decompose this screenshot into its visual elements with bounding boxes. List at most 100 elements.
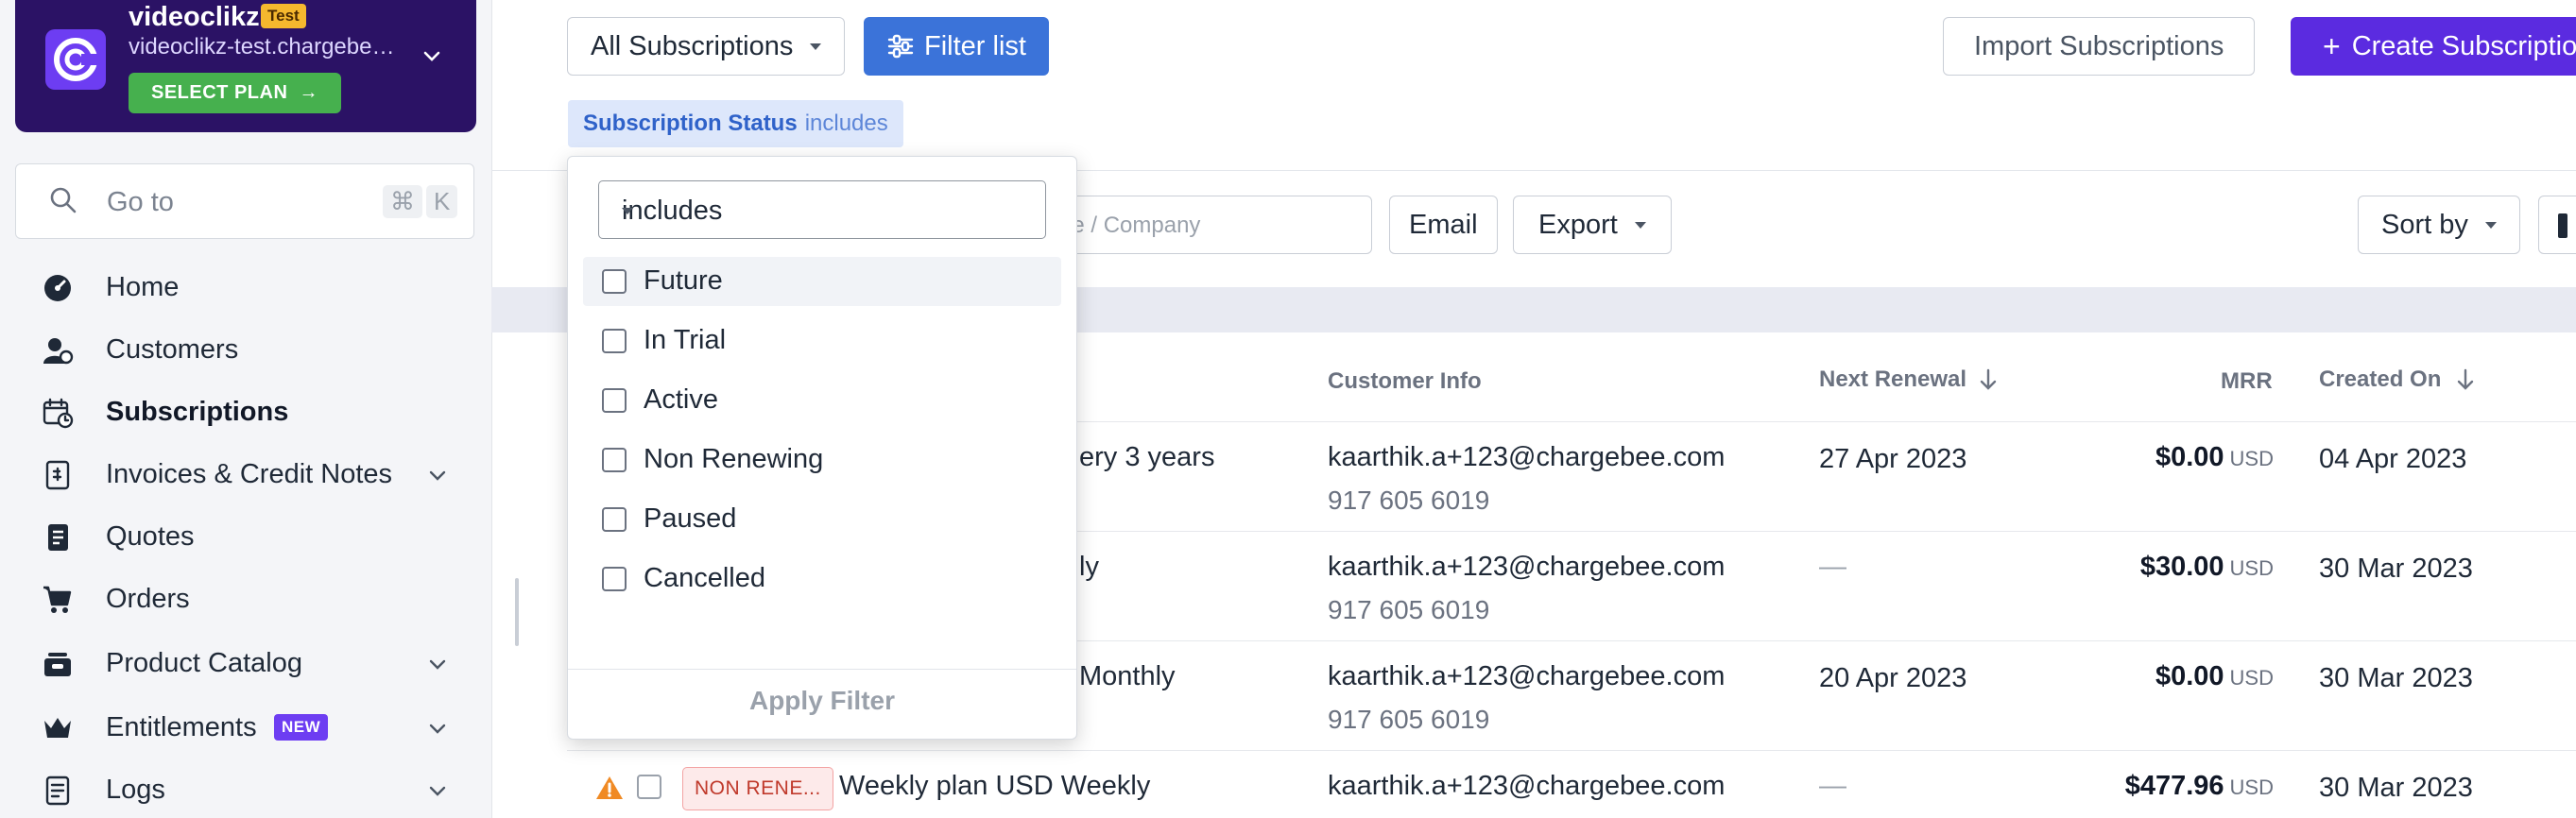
subscriptions-icon [43,398,74,429]
sidebar-item-orders[interactable]: Orders [0,571,491,627]
operator-select-value: includes [622,196,723,226]
option-checkbox[interactable] [602,448,627,472]
sidebar-item-label: Entitlements [106,712,257,742]
customer-email: kaarthik.a+123@chargebee.com [1328,552,1726,582]
status-option-cancelled[interactable]: Cancelled [583,554,1061,604]
site-domain: videoclikz-test.chargebee.com [129,34,403,60]
column-settings-button[interactable] [2538,196,2576,254]
option-label: Non Renewing [644,444,824,474]
catalog-icon [44,653,71,676]
column-header-customer[interactable]: Customer Info [1328,368,1482,395]
caret-down-icon [1634,221,1646,229]
column-header-mrr[interactable]: MRR [2221,368,2273,395]
sidebar-resize-handle[interactable] [515,578,519,646]
sidebar-item-invoices[interactable]: Invoices & Credit Notes [0,446,491,503]
invoice-icon [45,460,70,490]
crown-icon [44,718,71,738]
customer-email: kaarthik.a+123@chargebee.com [1328,442,1726,472]
sidebar-item-home[interactable]: Home [0,259,491,315]
popup-divider [568,669,1076,670]
goto-search[interactable]: Go to ⌘ K [15,163,474,239]
status-badge: NON RENE... [682,767,833,810]
dashboard-icon [44,275,71,301]
shortcut-cmd: ⌘ [383,185,422,218]
sidebar-item-entitlements[interactable]: Entitlements NEW [0,699,491,756]
status-filter-popup: includes Future In Trial Active Non Rene… [567,156,1077,740]
status-option-active[interactable]: Active [583,376,1061,425]
sidebar-item-subscriptions[interactable]: Subscriptions [0,383,491,440]
sidebar-item-quotes[interactable]: Quotes [0,508,491,565]
select-plan-button[interactable]: SELECT PLAN → [129,73,341,113]
created-on: 04 Apr 2023 [2319,444,2467,474]
filter-chip[interactable]: Subscription Status includes [568,100,903,147]
email-button[interactable]: Email [1389,196,1498,254]
sidebar-item-product-catalog[interactable]: Product Catalog [0,635,491,691]
sort-by-button[interactable]: Sort by [2358,196,2520,254]
status-option-non-renewing[interactable]: Non Renewing [583,435,1061,485]
plus-icon: + [2323,28,2341,63]
chevron-down-icon[interactable] [427,654,448,674]
option-checkbox[interactable] [602,269,627,294]
option-checkbox[interactable] [602,567,627,591]
next-renewal: — [1819,771,1846,801]
caret-down-icon [810,43,822,50]
caret-down-icon [622,208,633,214]
sidebar-item-label: Quotes [106,521,195,552]
sidebar-item-customers[interactable]: Customers [0,321,491,378]
customers-icon [43,338,74,365]
cart-icon [43,586,72,613]
sidebar-item-label: Product Catalog [106,648,302,678]
created-on: 30 Mar 2023 [2319,773,2473,803]
quotes-icon [48,524,68,551]
view-select[interactable]: All Subscriptions [567,17,846,76]
status-option-paused[interactable]: Paused [583,495,1061,544]
sort-label: Sort by [2381,209,2468,240]
sort-arrow-down-icon[interactable] [2456,367,2475,392]
column-header-created[interactable]: Created On [2319,366,2441,393]
site-switcher[interactable]: videoclikz Test videoclikz-test.chargebe… [15,0,476,132]
warning-icon [596,776,623,799]
status-option-future[interactable]: Future [583,257,1061,306]
option-checkbox[interactable] [602,388,627,413]
operator-select[interactable]: includes [598,180,1046,239]
chevron-down-icon[interactable] [427,780,448,801]
customer-phone: 917 605 6019 [1328,705,1490,734]
sliders-icon [887,34,914,59]
sidebar-item-label: Logs [106,775,165,805]
option-checkbox[interactable] [602,329,627,353]
option-label: Active [644,384,718,415]
row-divider [567,750,2576,751]
create-subscription-button[interactable]: + Create Subscription [2291,17,2576,76]
mrr-amount: $0.00 USD [2155,661,2274,691]
import-subscriptions-button[interactable]: Import Subscriptions [1943,17,2256,76]
search-input[interactable]: ne / Company [1039,196,1372,254]
plan-name: ly [1079,552,1099,582]
customer-phone: 917 605 6019 [1328,486,1490,515]
export-button[interactable]: Export [1513,196,1672,254]
option-checkbox[interactable] [602,507,627,532]
status-option-in-trial[interactable]: In Trial [583,316,1061,366]
mrr-amount: $0.00 USD [2155,442,2274,472]
filter-list-button[interactable]: Filter list [864,17,1049,76]
apply-filter-button[interactable]: Apply Filter [568,686,1076,716]
select-plan-label: SELECT PLAN [151,82,288,103]
filter-list-label: Filter list [924,30,1026,61]
next-renewal: — [1819,552,1846,582]
option-label: Cancelled [644,563,765,593]
sidebar-item-label: Home [106,272,180,302]
customer-phone: 917 605 6019 [1328,595,1490,624]
row-checkbox[interactable] [637,775,661,799]
chevron-down-icon[interactable] [427,465,448,486]
caret-down-icon [2484,221,2497,229]
chevron-down-icon[interactable] [427,718,448,739]
plan-name: Weekly plan USD Weekly [839,771,1151,801]
arrow-right-icon: → [299,82,318,103]
sort-arrow-down-icon[interactable] [1979,367,1998,392]
sidebar-item-logs[interactable]: Logs [0,761,491,818]
chevron-down-icon[interactable] [421,45,442,66]
next-renewal: 27 Apr 2023 [1819,444,1967,474]
filter-chip-operator: includes [804,111,888,136]
shortcut-key: K [426,185,458,218]
option-label: Future [644,265,723,296]
column-header-renewal[interactable]: Next Renewal [1819,366,1966,393]
